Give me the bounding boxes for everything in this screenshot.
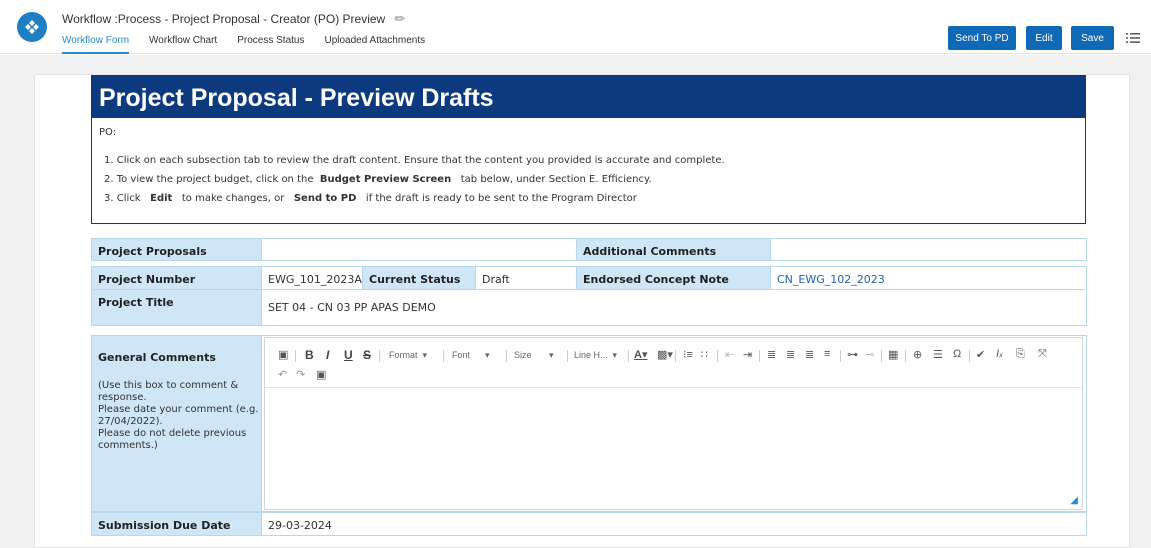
numbered-list-icon[interactable]: ⁝≡ <box>683 348 693 361</box>
instruction-line-3: 3. Click Edit to make changes, or Send t… <box>104 193 637 204</box>
save-button[interactable]: Save <box>1071 26 1114 50</box>
instructions-box: PO: 1. Click on each subsection tab to r… <box>91 118 1086 224</box>
toolbar-separator <box>969 350 970 362</box>
fullscreen-icon[interactable]: ⤧ <box>1038 348 1047 361</box>
italic-icon[interactable]: I <box>326 348 329 362</box>
font-dropdown-label: Font <box>452 350 471 360</box>
size-dropdown-label: Size <box>514 350 532 360</box>
align-right-icon[interactable]: ≣ <box>805 348 814 361</box>
toolbar-separator <box>506 350 507 362</box>
format-dropdown[interactable]: Format ▾ <box>389 350 427 361</box>
remove-format-icon[interactable]: Iₓ <box>996 348 1003 360</box>
edit-title-pencil-icon[interactable]: ✎ <box>390 9 409 28</box>
toolbar-separator <box>628 350 629 362</box>
instruction-line-3-pre: 3. Click <box>104 193 141 204</box>
submission-due-date-value: 29-03-2024 <box>261 512 1087 536</box>
source-icon[interactable]: ▣ <box>278 348 288 361</box>
additional-comments-label: Additional Comments <box>576 238 771 261</box>
toolbar-separator <box>717 350 718 362</box>
endorsed-concept-note-link[interactable]: CN_EWG_102_2023 <box>770 266 1087 290</box>
size-dropdown[interactable]: Size ▾ <box>514 350 554 361</box>
toolbar-separator <box>759 350 760 362</box>
image-icon[interactable]: ▣ <box>316 368 326 381</box>
unlink-icon[interactable]: ⊸ <box>865 348 874 361</box>
instruction-line-3-post: if the draft is ready to be sent to the … <box>365 193 637 204</box>
undo-icon[interactable]: ↶ <box>278 368 287 381</box>
instruction-line-2: 2. To view the project budget, click on … <box>104 174 652 185</box>
line-height-dropdown-label: Line H... <box>574 350 608 360</box>
outdent-icon[interactable]: ⇤ <box>725 348 734 361</box>
project-title-label: Project Title <box>91 289 262 326</box>
project-number-value: EWG_101_2023A <box>261 266 363 290</box>
tab-process-status[interactable]: Process Status <box>237 33 304 54</box>
tab-workflow-chart[interactable]: Workflow Chart <box>149 33 217 54</box>
instruction-line-3-mid: to make changes, or <box>181 193 285 204</box>
workflow-title-text: Workflow :Process - Project Proposal - C… <box>62 12 386 26</box>
budget-preview-screen-text: Budget Preview Screen <box>319 174 452 185</box>
instructions-label: PO: <box>99 127 117 138</box>
additional-comments-value[interactable] <box>770 238 1087 261</box>
paste-icon[interactable]: ⎘ <box>1016 348 1025 361</box>
general-comments-editor[interactable]: ▣ B I U S Format ▾ Font ▾ Size ▾ Line H.… <box>264 337 1083 510</box>
format-painter-icon[interactable]: ✔ <box>976 348 985 361</box>
special-character-icon[interactable]: Ω <box>953 348 961 360</box>
toolbar-separator <box>567 350 568 362</box>
project-proposals-value[interactable] <box>261 238 577 261</box>
instruction-line-1: 1. Click on each subsection tab to revie… <box>104 155 725 166</box>
line-height-dropdown[interactable]: Line H... ▾ <box>574 350 617 361</box>
toolbar-separator <box>379 350 380 362</box>
align-left-icon[interactable]: ≣ <box>767 348 776 361</box>
current-status-label: Current Status <box>362 266 476 290</box>
current-status-value: Draft <box>475 266 577 290</box>
top-header: Workflow :Process - Project Proposal - C… <box>0 0 1151 54</box>
project-number-label: Project Number <box>91 266 262 290</box>
workflow-title: Workflow :Process - Project Proposal - C… <box>62 9 409 27</box>
toolbar-separator <box>675 350 676 362</box>
redo-icon[interactable]: ↷ <box>296 368 305 381</box>
toolbar-separator <box>905 350 906 362</box>
toolbar-separator <box>295 350 296 362</box>
toolbar-separator <box>443 350 444 362</box>
tab-bar: Workflow Form Workflow Chart Process Sta… <box>62 33 445 54</box>
project-title-value: SET 04 - CN 03 PP APAS DEMO <box>261 289 1087 326</box>
send-to-pd-text: Send to PD <box>293 193 357 204</box>
instruction-line-2-post: tab below, under Section E. Efficiency. <box>460 174 652 185</box>
globe-icon[interactable]: ⊕ <box>913 348 922 361</box>
edit-button[interactable]: Edit <box>1026 26 1062 50</box>
instruction-line-2-pre: 2. To view the project budget, click on … <box>104 174 314 185</box>
tab-uploaded-attachments[interactable]: Uploaded Attachments <box>324 33 425 54</box>
toolbar-separator <box>881 350 882 362</box>
strikethrough-icon[interactable]: S <box>363 348 371 362</box>
project-proposals-label: Project Proposals <box>91 238 262 261</box>
submission-due-date-label: Submission Due Date <box>91 512 262 536</box>
send-to-pd-button[interactable]: Send To PD <box>948 26 1016 50</box>
font-dropdown[interactable]: Font ▾ <box>452 350 490 361</box>
underline-icon[interactable]: U <box>344 348 353 362</box>
app-logo-icon[interactable] <box>17 12 47 42</box>
endorsed-concept-note-label: Endorsed Concept Note <box>576 266 771 290</box>
horizontal-line-icon[interactable]: ☰ <box>933 348 943 361</box>
editor-toolbar: ▣ B I U S Format ▾ Font ▾ Size ▾ Line H.… <box>265 338 1082 388</box>
background-color-icon[interactable]: ▩▾ <box>657 348 673 361</box>
page-title: Project Proposal - Preview Drafts <box>91 75 1086 118</box>
bold-icon[interactable]: B <box>305 348 314 362</box>
tab-workflow-form[interactable]: Workflow Form <box>62 33 130 54</box>
toolbar-separator <box>840 350 841 362</box>
list-menu-icon[interactable] <box>1126 32 1140 44</box>
link-icon[interactable]: ⊶ <box>847 348 858 361</box>
edit-text: Edit <box>150 193 173 204</box>
align-justify-icon[interactable]: ≡ <box>824 348 830 360</box>
table-icon[interactable]: ▦ <box>888 348 898 361</box>
general-comments-label: General Comments <box>98 351 216 364</box>
align-center-icon[interactable]: ≣ <box>786 348 795 361</box>
general-comments-help: (Use this box to comment & response. Ple… <box>98 380 259 451</box>
resize-handle-icon[interactable]: ◢ <box>1070 495 1078 506</box>
bulleted-list-icon[interactable]: ∷ <box>701 348 708 361</box>
indent-icon[interactable]: ⇥ <box>743 348 752 361</box>
text-color-icon[interactable]: A▾ <box>634 348 647 361</box>
format-dropdown-label: Format <box>389 350 418 360</box>
